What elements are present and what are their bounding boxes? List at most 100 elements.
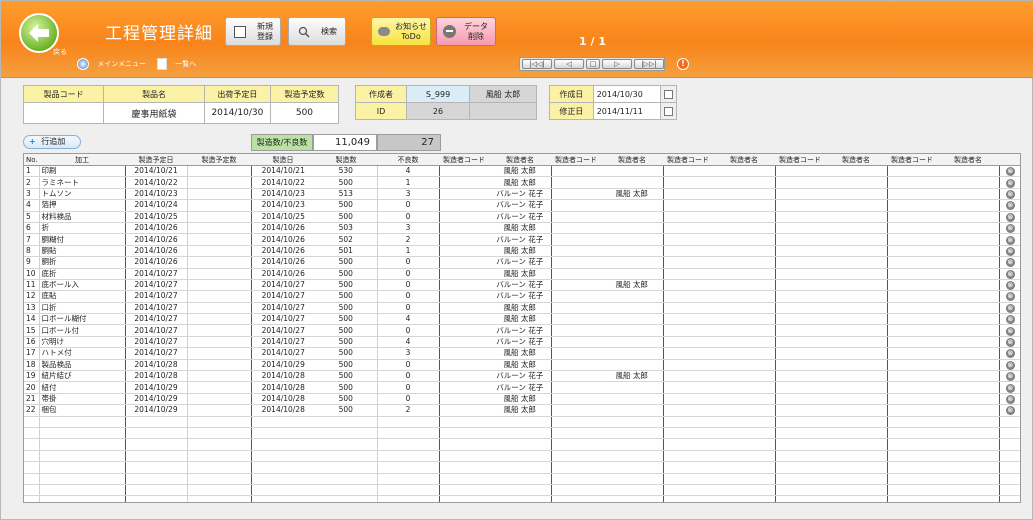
empty-cell[interactable]: [937, 313, 1000, 326]
empty-cell[interactable]: [937, 473, 1000, 485]
empty-cell[interactable]: [551, 165, 601, 178]
empty-cell[interactable]: [663, 290, 713, 303]
cell-no[interactable]: 22: [24, 404, 40, 417]
nav-first-button[interactable]: |◁◁|: [522, 59, 552, 69]
empty-cell[interactable]: [713, 450, 776, 463]
empty-cell[interactable]: [439, 176, 489, 189]
row-delete-cell[interactable]: ⊗: [999, 279, 1020, 292]
empty-cell[interactable]: [825, 233, 888, 246]
modified-date-calendar-icon[interactable]: [659, 102, 678, 120]
table-row[interactable]: 19 紐片結び 2014/10/28 2014/10/28 500 0 バルーン 花子 風船 …: [24, 370, 1020, 383]
delete-row-icon[interactable]: ⊗: [1005, 167, 1015, 176]
empty-cell[interactable]: [775, 165, 825, 178]
empty-cell[interactable]: [937, 370, 1000, 383]
empty-cell[interactable]: [775, 302, 825, 315]
cell-defect[interactable]: 0: [377, 370, 440, 383]
table-row[interactable]: 20 紐付 2014/10/29 2014/10/28 500 0 バルーン 花子 ⊗: [24, 381, 1020, 394]
cell-date[interactable]: 2014/10/27: [251, 290, 315, 303]
empty-cell[interactable]: [937, 347, 1000, 360]
empty-cell[interactable]: [825, 404, 888, 417]
cell-process[interactable]: 製品検品: [39, 359, 126, 372]
empty-cell[interactable]: [775, 461, 825, 474]
cell-date[interactable]: 2014/10/27: [251, 302, 315, 315]
empty-cell[interactable]: [601, 438, 664, 451]
empty-cell[interactable]: [551, 324, 601, 337]
cell-process[interactable]: 胴折: [39, 256, 126, 269]
table-row[interactable]: 17 ハトメ付 2014/10/27 2014/10/27 500 3 風船 太郎 ⊗: [24, 347, 1020, 360]
empty-cell[interactable]: [825, 416, 888, 429]
empty-cell[interactable]: [439, 313, 489, 326]
delete-row-icon[interactable]: ⊗: [1005, 349, 1015, 359]
cell-qty[interactable]: 501: [315, 245, 378, 258]
empty-cell[interactable]: [775, 324, 825, 337]
empty-cell[interactable]: [489, 484, 552, 497]
cell-maker2[interactable]: [601, 290, 664, 303]
empty-cell[interactable]: [24, 416, 40, 429]
empty-cell[interactable]: [937, 336, 1000, 349]
cell-process[interactable]: 底折: [39, 268, 126, 280]
empty-cell[interactable]: [551, 416, 601, 429]
empty-cell[interactable]: [937, 199, 1000, 212]
empty-cell[interactable]: [887, 256, 937, 269]
delete-row-icon[interactable]: ⊗: [1005, 212, 1015, 222]
empty-cell[interactable]: [439, 484, 489, 497]
empty-cell[interactable]: [125, 416, 188, 429]
empty-cell[interactable]: [713, 495, 776, 502]
empty-cell[interactable]: [551, 336, 601, 349]
empty-table-row[interactable]: [24, 438, 1020, 451]
empty-cell[interactable]: [663, 176, 713, 189]
table-row[interactable]: 7 胴糊付 2014/10/26 2014/10/26 502 2 バルーン 花子 ⊗: [24, 233, 1020, 246]
empty-cell[interactable]: [775, 347, 825, 360]
delete-row-icon[interactable]: ⊗: [1005, 281, 1015, 290]
product-name-field[interactable]: 慶事用紙袋: [103, 102, 205, 124]
empty-cell[interactable]: [713, 222, 776, 235]
cell-maker1[interactable]: 風船 太郎: [489, 404, 552, 417]
cell-process[interactable]: ハトメ付: [39, 347, 126, 360]
empty-cell[interactable]: [663, 438, 713, 451]
empty-cell[interactable]: [775, 359, 825, 372]
empty-cell[interactable]: [937, 279, 1000, 292]
planned-qty-field[interactable]: 500: [269, 102, 340, 124]
empty-cell[interactable]: [125, 438, 188, 451]
empty-cell[interactable]: [24, 473, 40, 485]
cell-maker1[interactable]: バルーン 花子: [489, 324, 552, 337]
cell-planned-date[interactable]: 2014/10/28: [125, 370, 188, 383]
empty-cell[interactable]: [775, 473, 825, 485]
empty-cell[interactable]: [825, 450, 888, 463]
empty-cell[interactable]: [663, 473, 713, 485]
empty-cell[interactable]: [825, 188, 888, 201]
empty-cell[interactable]: [713, 165, 776, 178]
empty-cell[interactable]: [251, 427, 315, 440]
cell-defect[interactable]: 0: [377, 268, 440, 280]
cell-no[interactable]: 20: [24, 381, 40, 394]
empty-cell[interactable]: [663, 279, 713, 292]
cell-maker1[interactable]: バルーン 花子: [489, 256, 552, 269]
cell-planned-date[interactable]: 2014/10/27: [125, 268, 188, 280]
empty-cell[interactable]: [713, 461, 776, 474]
cell-process[interactable]: 材料検品: [39, 211, 126, 223]
cell-maker2[interactable]: 風船 太郎: [601, 188, 664, 201]
table-row[interactable]: 3 トムソン 2014/10/23 2014/10/23 513 3 バルーン 花子 風船 太…: [24, 188, 1020, 201]
empty-cell[interactable]: [663, 245, 713, 258]
info-icon[interactable]: !: [677, 58, 689, 70]
empty-cell[interactable]: [551, 290, 601, 303]
cell-qty[interactable]: 500: [315, 324, 378, 337]
row-delete-cell[interactable]: ⊗: [999, 370, 1020, 383]
empty-cell[interactable]: [24, 495, 40, 502]
cell-planned-date[interactable]: 2014/10/27: [125, 302, 188, 315]
empty-cell[interactable]: [887, 495, 937, 502]
cell-defect[interactable]: 0: [377, 199, 440, 212]
empty-cell[interactable]: [775, 450, 825, 463]
cell-qty[interactable]: 500: [315, 393, 378, 406]
empty-cell[interactable]: [713, 416, 776, 429]
empty-cell[interactable]: [551, 450, 601, 463]
empty-cell[interactable]: [937, 324, 1000, 337]
table-row[interactable]: 1 印刷 2014/10/21 2014/10/21 530 4 風船 太郎 ⊗: [24, 165, 1020, 178]
empty-cell[interactable]: [937, 176, 1000, 189]
cell-planned-qty[interactable]: [187, 347, 252, 360]
empty-cell[interactable]: [601, 495, 664, 502]
cell-date[interactable]: 2014/10/27: [251, 336, 315, 349]
empty-cell[interactable]: [125, 427, 188, 440]
empty-cell[interactable]: [125, 495, 188, 502]
empty-cell[interactable]: [551, 245, 601, 258]
